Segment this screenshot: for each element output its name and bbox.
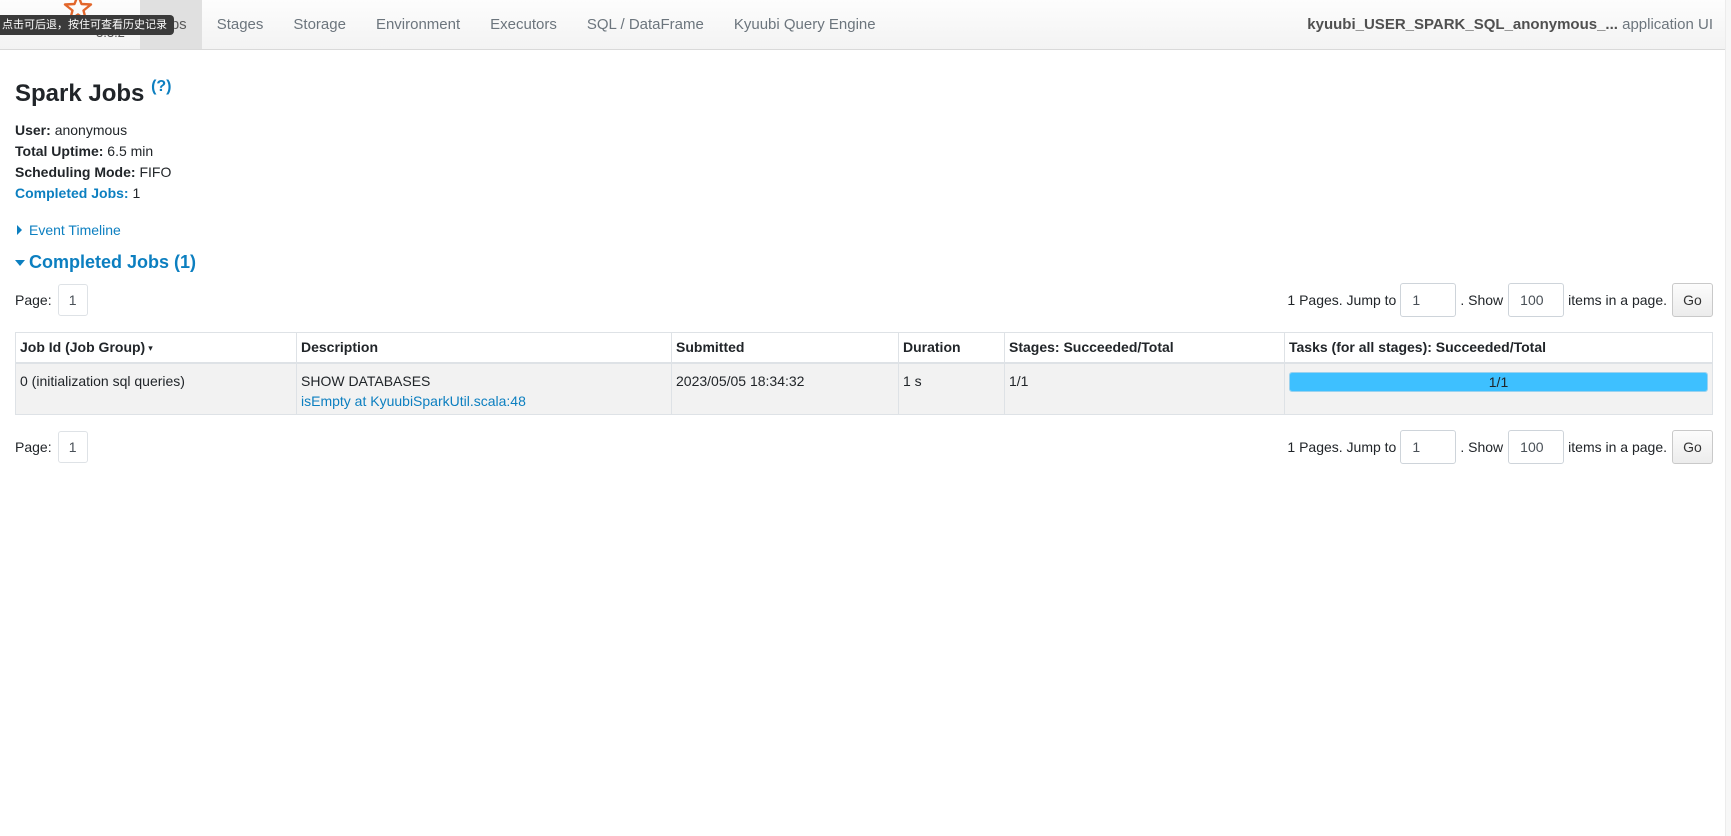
caret-right-icon (17, 225, 22, 235)
summary-mode-label: Scheduling Mode: (15, 164, 136, 180)
pages-jump-label: 1 Pages. Jump to (1287, 292, 1397, 308)
completed-jobs-heading: Completed Jobs (1) (29, 252, 197, 272)
completed-jobs-link[interactable]: Completed Jobs: (15, 185, 129, 201)
summary-user-value: anonymous (54, 122, 128, 138)
cell-tasks: 1/1 (1284, 362, 1713, 415)
page-title: Spark Jobs (?) (15, 78, 1713, 108)
cell-description: SHOW DATABASES isEmpty at KyuubiSparkUti… (296, 362, 672, 415)
items-per-page-label: items in a page. (1568, 292, 1667, 308)
cell-job-id: 0 (initialization sql queries) (15, 362, 297, 415)
application-name-suffix: application UI (1617, 16, 1713, 33)
event-timeline-toggle[interactable]: Event Timeline (15, 222, 1713, 238)
page-indicator: Page: 1 (15, 283, 88, 317)
table-header-row: Job Id (Job Group) ▾ Description Submitte… (15, 332, 1713, 364)
cell-submitted: 2023/05/05 18:34:32 (671, 362, 899, 415)
application-name: kyuubi_USER_SPARK_SQL_anonymous_... appl… (1307, 0, 1713, 49)
cell-duration: 1 s (898, 362, 1005, 415)
summary-uptime: Total Uptime: 6.5 min (15, 141, 1713, 162)
tab-storage[interactable]: Storage (278, 0, 361, 49)
page-controls: 1 Pages. Jump to . Show items in a page.… (1287, 283, 1713, 317)
tasks-progress-bar: 1/1 (1289, 371, 1708, 392)
summary-completed-label: Completed Jobs: (15, 185, 129, 201)
window-scrollbar[interactable] (1725, 0, 1731, 836)
page-size-input-bottom[interactable] (1508, 430, 1565, 464)
pagination-bottom: Page: 1 1 Pages. Jump to . Show items in… (15, 430, 1713, 464)
header-job-id-label: Job Id (Job Group) (20, 339, 146, 356)
summary-completed-value: 1 (132, 185, 141, 201)
tab-kyuubi-query-engine[interactable]: Kyuubi Query Engine (719, 0, 891, 49)
page-controls-bottom: 1 Pages. Jump to . Show items in a page.… (1287, 430, 1713, 464)
show-label: . Show (1460, 292, 1504, 308)
completed-jobs-toggle[interactable]: Completed Jobs (1) (15, 252, 1713, 273)
back-button-tooltip: 点击可后退，按住可查看历史记录 (0, 15, 174, 35)
completed-jobs-table: Job Id (Job Group) ▾ Description Submitte… (15, 332, 1713, 415)
summary-mode-value: FIFO (139, 164, 172, 180)
pages-jump-label-bottom: 1 Pages. Jump to (1287, 439, 1397, 455)
application-name-strong: kyuubi_USER_SPARK_SQL_anonymous_... (1307, 16, 1618, 33)
page-label: Page: (15, 292, 52, 308)
job-detail-link[interactable]: isEmpty at KyuubiSparkUtil.scala:48 (301, 393, 526, 409)
page-number-button[interactable]: 1 (57, 284, 88, 316)
header-submitted[interactable]: Submitted (671, 332, 899, 364)
tab-executors[interactable]: Executors (475, 0, 572, 49)
table-row: 0 (initialization sql queries) SHOW DATA… (15, 362, 1713, 415)
items-per-page-label-bottom: items in a page. (1568, 439, 1667, 455)
main-content: Spark Jobs (?) User: anonymous Total Upt… (15, 78, 1713, 464)
tab-sql-dataframe[interactable]: SQL / DataFrame (572, 0, 719, 49)
tab-stages[interactable]: Stages (202, 0, 279, 49)
page-indicator-bottom: Page: 1 (15, 430, 88, 464)
header-stages[interactable]: Stages: Succeeded/Total (1004, 332, 1285, 364)
sort-desc-icon: ▾ (148, 343, 153, 354)
summary-user: User: anonymous (15, 120, 1713, 141)
description-text: SHOW DATABASES (301, 372, 431, 389)
header-description[interactable]: Description (296, 332, 672, 364)
job-summary: User: anonymous Total Uptime: 6.5 min Sc… (15, 120, 1713, 204)
page-label-bottom: Page: (15, 439, 52, 455)
go-button-bottom[interactable]: Go (1672, 430, 1713, 464)
cell-stages: 1/1 (1004, 362, 1285, 415)
page-number-button-bottom[interactable]: 1 (57, 431, 88, 463)
page-title-text: Spark Jobs (15, 80, 145, 107)
tab-environment[interactable]: Environment (361, 0, 475, 49)
summary-user-label: User: (15, 122, 51, 138)
jump-to-page-input-bottom[interactable] (1400, 430, 1457, 464)
show-label-bottom: . Show (1460, 439, 1504, 455)
help-link[interactable]: (?) (151, 78, 171, 95)
page-size-input[interactable] (1508, 283, 1565, 317)
top-navbar: 3.3.2 点击可后退，按住可查看历史记录 Jobs Stages Storag… (0, 0, 1731, 50)
header-tasks[interactable]: Tasks (for all stages): Succeeded/Total (1284, 332, 1713, 364)
header-duration[interactable]: Duration (898, 332, 1005, 364)
summary-uptime-label: Total Uptime: (15, 143, 104, 159)
summary-scheduling-mode: Scheduling Mode: FIFO (15, 162, 1713, 183)
summary-completed-jobs: Completed Jobs: 1 (15, 183, 1713, 204)
jump-to-page-input[interactable] (1400, 283, 1457, 317)
go-button[interactable]: Go (1672, 283, 1713, 317)
tasks-progress-label: 1/1 (1488, 373, 1509, 390)
event-timeline-label: Event Timeline (29, 222, 121, 238)
pagination-top: Page: 1 1 Pages. Jump to . Show items in… (15, 283, 1713, 317)
header-job-id[interactable]: Job Id (Job Group) ▾ (15, 332, 297, 364)
nav-tabs: Jobs Stages Storage Environment Executor… (140, 0, 891, 50)
summary-uptime-value: 6.5 min (107, 143, 154, 159)
caret-down-icon (15, 259, 25, 266)
